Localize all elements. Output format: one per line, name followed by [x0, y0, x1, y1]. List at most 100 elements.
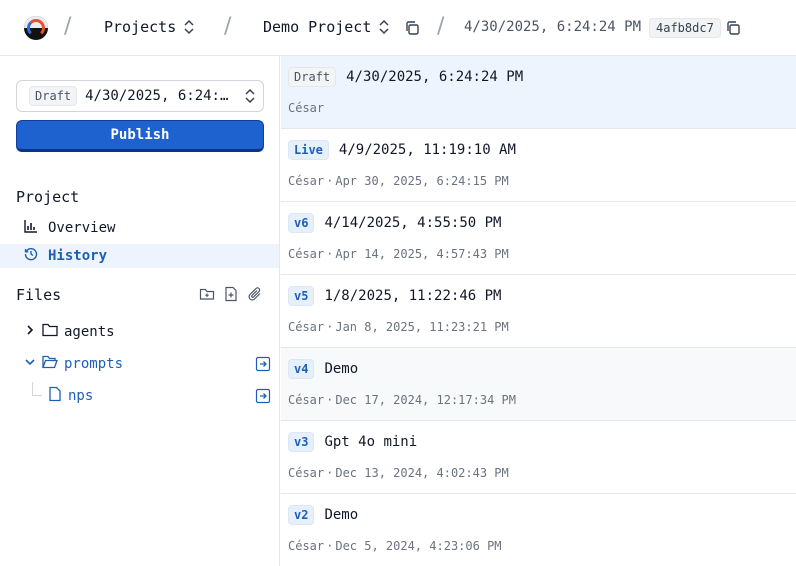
history-row-meta: César · Dec 5, 2024, 4:23:06 PM [288, 539, 502, 553]
new-folder-icon[interactable] [199, 286, 215, 302]
copy-hash-icon[interactable] [725, 20, 741, 36]
meta-separator: · [326, 539, 334, 553]
breadcrumb-separator: / [224, 14, 232, 39]
top-bar: / Projects / Demo Project / 4/30/2025, 6… [0, 0, 796, 56]
tree-connector [32, 382, 42, 396]
breadcrumb-version-date[interactable]: 4/30/2025, 6:24:24 PM [464, 19, 641, 35]
breadcrumb-separator: / [437, 14, 445, 39]
commit-hash-badge: 4afb8dc7 [649, 18, 721, 38]
author-name: César [288, 247, 325, 261]
history-row-meta: César · Dec 13, 2024, 4:02:43 PM [288, 466, 509, 480]
history-row-title: v6 4/14/2025, 4:55:50 PM [288, 213, 501, 233]
version-badge: v6 [288, 213, 315, 233]
chevron-right-icon [24, 324, 36, 340]
publish-button[interactable]: Publish [16, 120, 264, 152]
breadcrumb-projects-label: Projects [104, 18, 177, 36]
folder-open-icon [42, 355, 58, 373]
meta-separator: · [326, 174, 334, 188]
meta-separator: · [326, 247, 334, 261]
draft-badge: Draft [288, 67, 337, 87]
tree-file-nps[interactable]: nps [48, 385, 93, 407]
nav-item-overview[interactable]: Overview [0, 216, 279, 240]
meta-separator: · [326, 320, 334, 334]
timestamp: Jan 8, 2025, 11:23:21 PM [335, 320, 509, 334]
chevron-up-down-icon [379, 19, 389, 35]
timestamp: Apr 14, 2025, 4:57:43 PM [335, 247, 509, 261]
history-row-v3[interactable]: v3 Gpt 4o mini César · Dec 13, 2024, 4:0… [281, 421, 796, 494]
history-row-title-text: Gpt 4o mini [324, 434, 418, 450]
author-name: César [288, 466, 325, 480]
sidebar: Draft 4/30/2025, 6:24:… Publish Project … [0, 56, 280, 566]
tree-folder-agents[interactable]: agents [24, 321, 115, 343]
history-row-live[interactable]: Live 4/9/2025, 11:19:10 AM César · Apr 3… [281, 129, 796, 202]
history-row-title-text: 4/14/2025, 4:55:50 PM [324, 215, 502, 231]
tree-folder-prompts[interactable]: prompts [24, 353, 123, 375]
open-file-icon[interactable] [255, 388, 271, 404]
history-row-draft[interactable]: Draft 4/30/2025, 6:24:24 PM César [281, 56, 796, 129]
nav-item-label: History [48, 248, 108, 264]
breadcrumb-projects[interactable]: Projects [104, 18, 194, 36]
breadcrumb-project-label: Demo Project [263, 18, 372, 36]
timestamp: Dec 13, 2024, 4:02:43 PM [335, 466, 509, 480]
chevron-up-down-icon [184, 19, 194, 35]
history-row-title-text: Demo [324, 361, 359, 377]
open-folder-icon[interactable] [255, 356, 271, 372]
history-icon [24, 247, 38, 265]
attach-icon[interactable] [247, 286, 263, 302]
version-select-value: 4/30/2025, 6:24:… [85, 88, 229, 104]
history-row-v4[interactable]: v4 Demo César · Dec 17, 2024, 12:17:34 P… [281, 348, 796, 421]
author-name: César [288, 539, 325, 553]
history-row-v2[interactable]: v2 Demo César · Dec 5, 2024, 4:23:06 PM [281, 494, 796, 566]
history-row-title: v3 Gpt 4o mini [288, 432, 417, 452]
author-name: César [288, 101, 325, 115]
tree-item-label: nps [68, 388, 94, 404]
history-row-meta: César · Apr 14, 2025, 4:57:43 PM [288, 247, 509, 261]
nav-item-label: Overview [48, 220, 116, 236]
history-list: Draft 4/30/2025, 6:24:24 PM César Live 4… [281, 56, 796, 566]
history-row-title-text: 1/8/2025, 11:22:46 PM [324, 288, 502, 304]
meta-separator: · [326, 393, 334, 407]
history-row-title-text: 4/9/2025, 11:19:10 AM [338, 142, 516, 158]
history-row-meta: César [288, 101, 324, 115]
version-select[interactable]: Draft 4/30/2025, 6:24:… [16, 80, 264, 112]
breadcrumb-separator: / [64, 14, 72, 39]
history-row-title: Draft 4/30/2025, 6:24:24 PM [288, 67, 523, 87]
meta-separator: · [326, 466, 334, 480]
copy-icon[interactable] [404, 20, 420, 36]
draft-badge: Draft [29, 86, 78, 106]
breadcrumb-project[interactable]: Demo Project [263, 18, 389, 36]
version-badge: v2 [288, 505, 315, 525]
author-name: César [288, 320, 325, 334]
history-row-title: v4 Demo [288, 359, 358, 379]
history-row-title-text: 4/30/2025, 6:24:24 PM [346, 69, 524, 85]
author-name: César [288, 174, 325, 188]
version-badge: v5 [288, 286, 315, 306]
version-badge: v3 [288, 432, 315, 452]
version-badge: v4 [288, 359, 315, 379]
history-row-title: v5 1/8/2025, 11:22:46 PM [288, 286, 501, 306]
history-row-title-text: Demo [324, 507, 359, 523]
project-section-label: Project [16, 188, 80, 206]
folder-icon [42, 323, 58, 341]
tree-item-label: agents [64, 324, 115, 340]
bar-chart-icon [24, 219, 38, 237]
files-actions [199, 286, 263, 302]
history-row-title: v2 Demo [288, 505, 358, 525]
new-file-icon[interactable] [223, 286, 239, 302]
history-row-title: Live 4/9/2025, 11:19:10 AM [288, 140, 516, 160]
history-row-v5[interactable]: v5 1/8/2025, 11:22:46 PM César · Jan 8, … [281, 275, 796, 348]
timestamp: Dec 5, 2024, 4:23:06 PM [335, 539, 502, 553]
timestamp: Apr 30, 2025, 6:24:15 PM [335, 174, 509, 188]
files-section-label: Files [16, 286, 62, 304]
history-row-meta: César · Dec 17, 2024, 12:17:34 PM [288, 393, 516, 407]
author-name: César [288, 393, 325, 407]
nav-item-history[interactable]: History [0, 244, 279, 268]
timestamp: Dec 17, 2024, 12:17:34 PM [335, 393, 516, 407]
live-badge: Live [288, 140, 329, 160]
history-row-v6[interactable]: v6 4/14/2025, 4:55:50 PM César · Apr 14,… [281, 202, 796, 275]
app-logo-icon[interactable] [24, 16, 48, 40]
chevron-up-down-icon [245, 88, 255, 104]
chevron-down-icon [24, 356, 36, 372]
file-icon [48, 386, 62, 406]
tree-item-label: prompts [64, 356, 124, 372]
